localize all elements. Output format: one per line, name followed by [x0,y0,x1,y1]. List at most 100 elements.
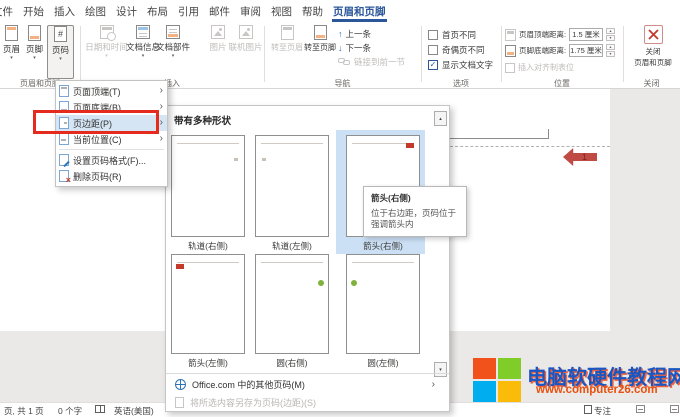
down-arrow-icon: ↓ [338,43,343,53]
current-position-icon [59,133,69,145]
gallery-section-title: 带有多种形状 [174,113,231,127]
tab-layout[interactable]: 布局 [142,4,173,19]
gallery-item-circle-right[interactable] [255,254,329,354]
previous-button[interactable]: ↑ 上一条 [338,27,371,40]
tooltip-title: 箭头(右侧) [371,192,459,204]
tab-help[interactable]: 帮助 [297,4,328,19]
gallery-item-label: 轨道(左侧) [255,240,329,252]
tab-home[interactable]: 开始 [18,4,49,19]
different-odd-even-checkbox[interactable]: 奇偶页不同 [428,44,485,56]
focus-label[interactable]: 专注 [594,405,611,417]
menu-item-top-of-page[interactable]: 页面顶端(T) › [56,83,167,99]
link-icon [338,58,351,65]
chevron-down-icon: ▾ [172,54,175,59]
group-separator [80,26,81,82]
flag-square-orange [473,358,496,379]
read-mode-icon[interactable] [636,405,645,413]
show-document-text-checkbox[interactable]: ✓ 显示文档文字 [428,59,493,71]
footer-button[interactable]: 页脚 ▾ [24,25,45,77]
tab-mailings[interactable]: 邮件 [204,4,235,19]
gallery-item-label: 轨道(右侧) [171,240,245,252]
quick-parts-icon [166,25,180,39]
header-button[interactable]: 页眉 ▾ [1,25,22,77]
tab-draw[interactable]: 绘图 [80,4,111,19]
word-count[interactable]: 0 个字 [58,405,82,417]
gallery-separator [166,373,449,374]
gallery-scrollbar[interactable]: ▴ ▾ [434,111,447,377]
submenu-arrow-icon: › [160,86,163,96]
page-info[interactable]: 页, 共 1 页 [4,405,44,417]
quick-parts-button[interactable]: 文档部件 ▾ [158,25,188,77]
group-separator [421,26,422,82]
language-status[interactable]: 英语(美国) [114,405,154,417]
submenu-arrow-icon: › [160,134,163,144]
alignment-tab-icon [505,63,515,73]
ribbon-tab-bar: 文件 开始 插入 绘图 设计 布局 引用 邮件 审阅 视图 帮助 页眉和页脚 [0,0,680,22]
pictures-button: 图片 [206,25,230,77]
red-arrow-mark [176,264,184,269]
gallery-item-track-left[interactable] [255,135,329,237]
gallery-item-track-right[interactable] [171,135,245,237]
tab-design[interactable]: 设计 [111,4,142,19]
flag-square-green [498,358,521,379]
header-frame-line [450,138,548,139]
checkbox-checked-icon: ✓ [428,60,438,70]
page-number-value: 1 [582,152,587,162]
menu-item-format-page-numbers[interactable]: 设置页码格式(F)... [56,152,167,168]
page-top-icon [59,85,69,97]
next-button[interactable]: ↓ 下一条 [338,41,371,54]
checkbox-icon [428,30,438,40]
goto-header-button: 转至页眉 [271,25,303,77]
submenu-arrow-icon: › [432,379,435,390]
remove-page-numbers-icon [59,170,69,182]
more-page-numbers-item[interactable]: Office.com 中的其他页码(M) › [166,376,435,393]
close-icon [644,25,663,44]
header-from-top-stepper[interactable]: ▴▾ [606,28,615,41]
chevron-down-icon: ▾ [10,56,13,61]
green-circle-mark [318,280,324,286]
footer-from-bottom-input[interactable]: 1.75 厘米 [569,44,603,57]
group-label-position: 位置 [501,78,623,89]
page-number-button[interactable]: 页码 ▾ [47,25,74,79]
footer-from-bottom-stepper[interactable]: ▴▾ [606,44,615,57]
red-annotation-box [33,110,159,134]
checkbox-icon [428,45,438,55]
tab-review[interactable]: 审阅 [235,4,266,19]
proofing-icon[interactable] [95,405,105,413]
goto-footer-button[interactable]: 转至页脚 [304,25,336,77]
focus-icon[interactable] [584,405,592,414]
online-pictures-button: 联机图片 [229,25,262,77]
scroll-down-button[interactable]: ▾ [434,362,447,377]
gallery-item-label: 箭头(右侧) [346,240,420,252]
flag-square-blue [473,381,496,402]
gallery-item-arrow-left[interactable] [171,254,245,354]
header-distance-icon [505,29,516,41]
tab-insert[interactable]: 插入 [49,4,80,19]
group-label-options: 选项 [421,78,501,89]
tab-references[interactable]: 引用 [173,4,204,19]
different-first-page-checkbox[interactable]: 首页不同 [428,29,476,41]
close-header-footer-button[interactable]: 关闭 页眉和页脚 [630,25,676,77]
chevron-down-icon: ▾ [105,54,108,59]
green-circle-mark [351,280,357,286]
flag-square-yellow [498,381,521,402]
print-layout-icon[interactable] [670,405,679,413]
group-separator [264,26,265,82]
menu-item-remove-page-numbers[interactable]: 删除页码(R) [56,168,167,184]
tab-header-footer-active[interactable]: 页眉和页脚 [328,4,391,19]
goto-header-icon [281,25,294,40]
tab-view[interactable]: 视图 [266,4,297,19]
header-from-top-input[interactable]: 1.5 厘米 [569,28,603,41]
gallery-item-label: 圆(左侧) [346,357,420,369]
submenu-arrow-icon: › [160,118,163,128]
footer-distance-icon [505,45,516,57]
chevron-down-icon: ▾ [59,57,62,62]
header-frame-corner [548,129,549,139]
gallery-item-label: 圆(右侧) [255,357,329,369]
gallery-item-circle-left[interactable] [346,254,420,354]
scroll-up-button[interactable]: ▴ [434,111,447,126]
tab-file[interactable]: 文件 [0,4,18,19]
document-info-button[interactable]: 文档信息 ▾ [128,25,158,77]
header-from-top-row: 页眉顶端距离: 1.5 厘米 ▴▾ [505,27,615,42]
header-icon [5,25,18,41]
